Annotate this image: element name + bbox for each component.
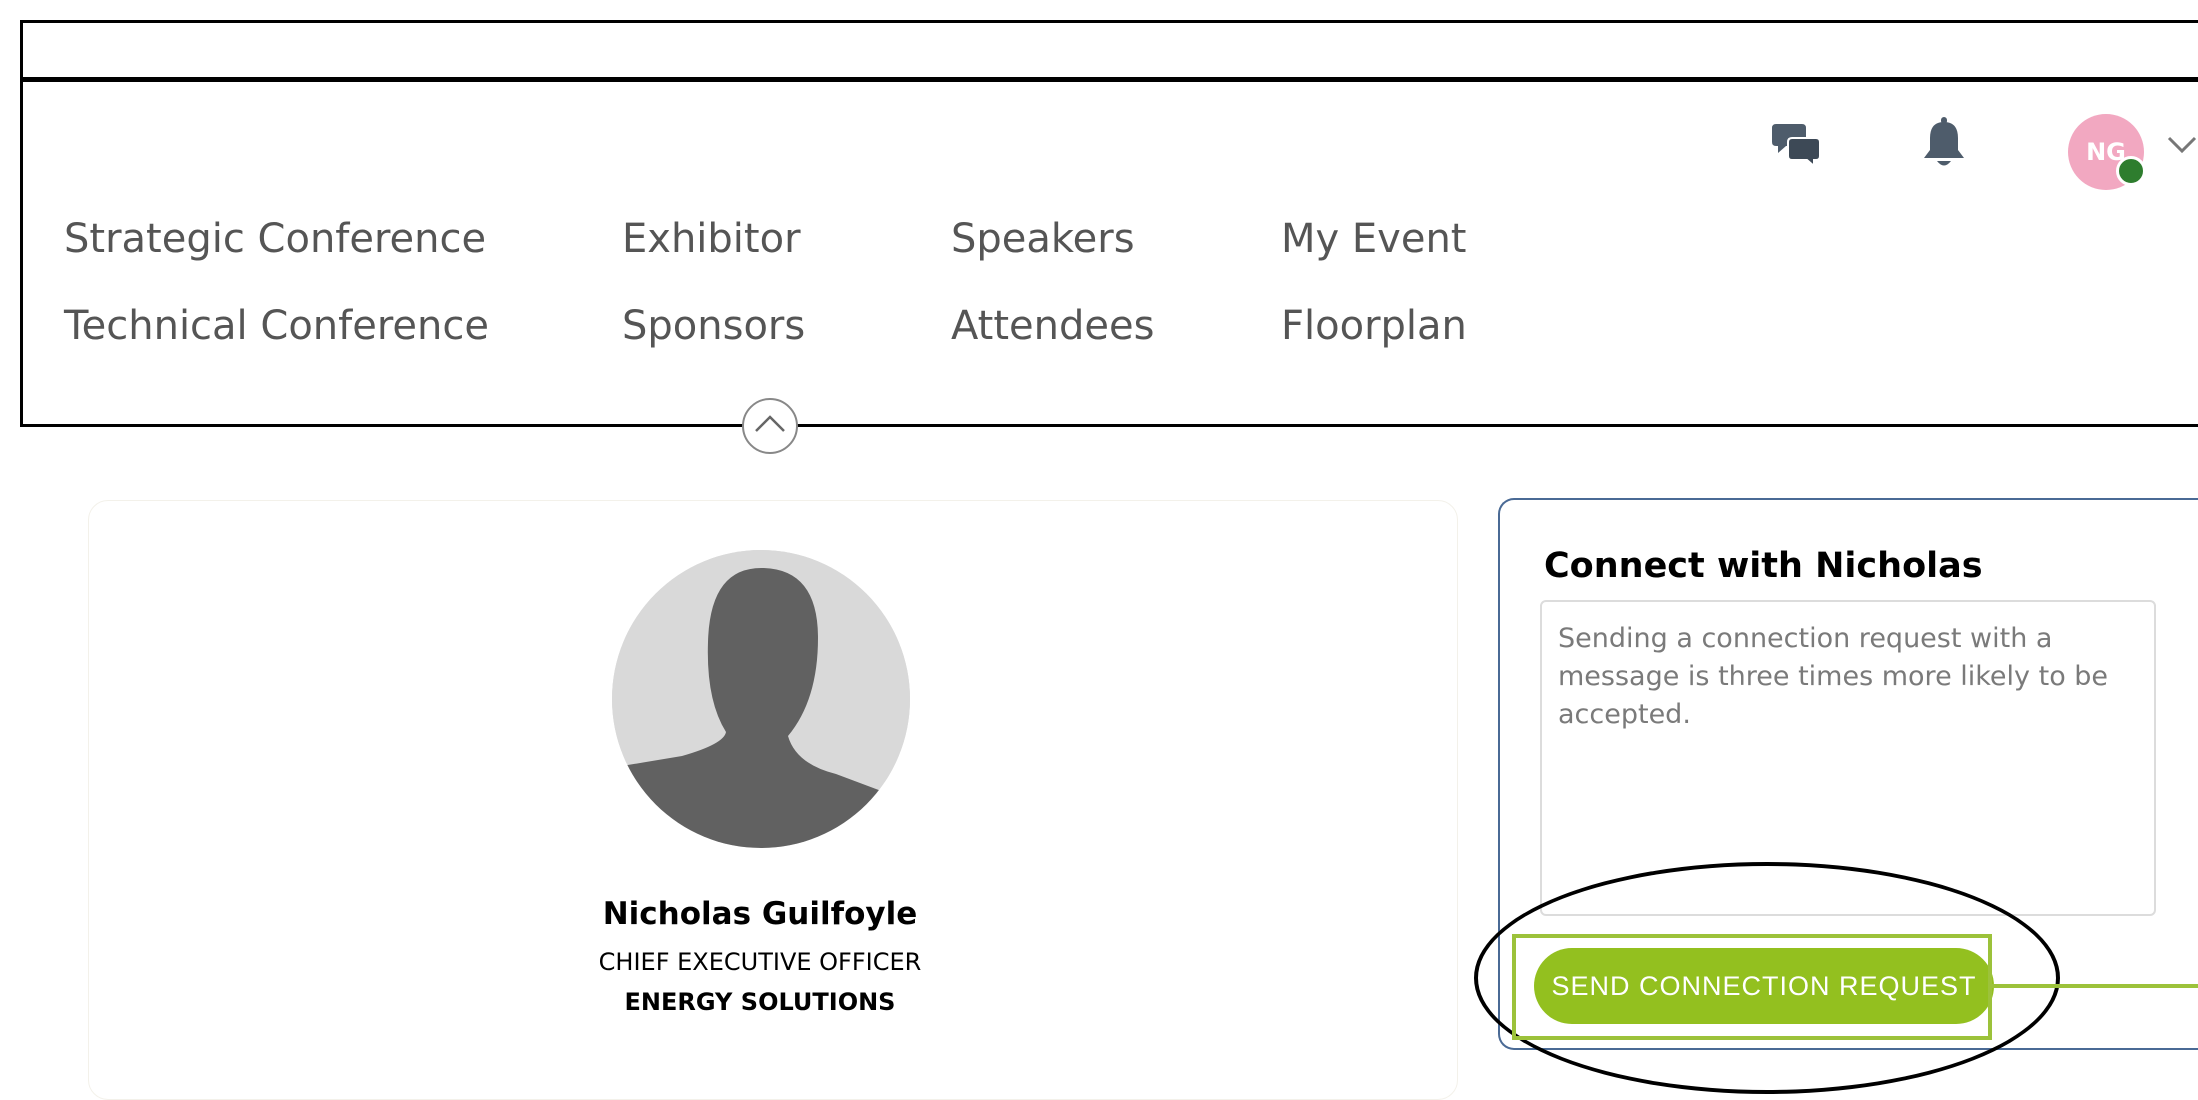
top-bar xyxy=(20,20,2198,82)
profile-photo xyxy=(612,550,910,848)
collapse-nav-button[interactable] xyxy=(742,398,798,454)
nav-item-floorplan[interactable]: Floorplan xyxy=(1281,303,1467,349)
nav-item-strategic-conference[interactable]: Strategic Conference xyxy=(64,216,486,262)
nav-item-exhibitor[interactable]: Exhibitor xyxy=(622,216,801,262)
nav-item-my-event[interactable]: My Event xyxy=(1281,216,1467,262)
connect-heading: Connect with Nicholas xyxy=(1544,546,1983,586)
avatar-silhouette-icon xyxy=(612,550,910,848)
chevron-down-icon[interactable] xyxy=(2166,134,2198,161)
profile-name: Nicholas Guilfoyle xyxy=(602,896,918,932)
nav-item-attendees[interactable]: Attendees xyxy=(951,303,1154,349)
nav-item-technical-conference[interactable]: Technical Conference xyxy=(64,303,489,349)
chat-icon[interactable] xyxy=(1772,120,1822,173)
bell-icon[interactable] xyxy=(1922,116,1966,175)
connection-message-input[interactable] xyxy=(1540,600,2156,916)
send-connection-request-button[interactable]: SEND CONNECTION REQUEST xyxy=(1534,948,1994,1024)
chevron-up-icon xyxy=(753,413,787,440)
nav-item-speakers[interactable]: Speakers xyxy=(951,216,1135,262)
profile-job-title: CHIEF EXECUTIVE OFFICER xyxy=(598,948,922,976)
profile-company: ENERGY SOLUTIONS xyxy=(624,988,896,1016)
nav-item-sponsors[interactable]: Sponsors xyxy=(622,303,805,349)
presence-indicator xyxy=(2116,156,2146,186)
